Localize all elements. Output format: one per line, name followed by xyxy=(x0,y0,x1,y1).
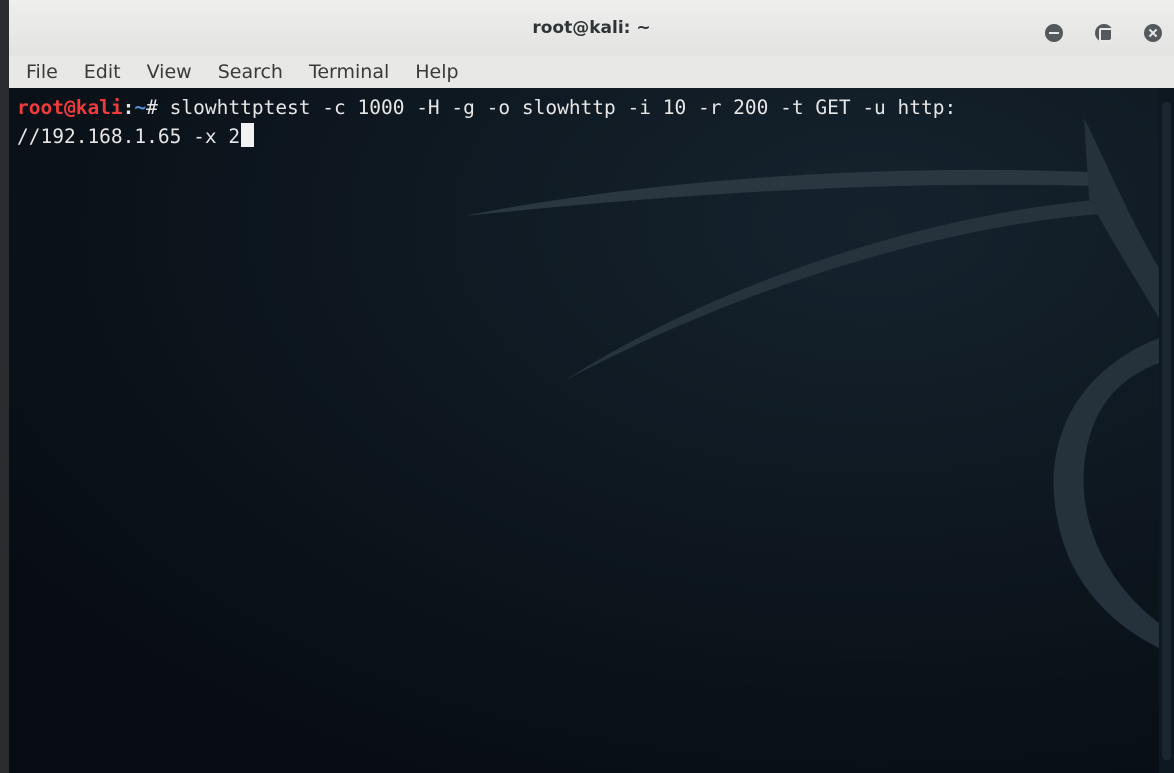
command-text-line1: slowhttptest -c 1000 -H -g -o slowhttp -… xyxy=(169,96,957,119)
menu-help[interactable]: Help xyxy=(415,61,458,83)
prompt-directory: ~ xyxy=(134,96,147,119)
title-bar[interactable]: root@kali: ~ xyxy=(9,0,1174,56)
terminal-area[interactable]: root@kali:~# slowhttptest -c 1000 -H -g … xyxy=(9,88,1159,773)
maximize-icon[interactable] xyxy=(1095,24,1113,42)
menu-search[interactable]: Search xyxy=(218,61,283,83)
close-icon[interactable] xyxy=(1144,24,1162,42)
prompt-user: root@kali xyxy=(17,96,123,119)
kali-dragon-wallpaper xyxy=(9,88,1159,773)
minimize-icon[interactable] xyxy=(1045,24,1063,42)
prompt-separator: : xyxy=(122,96,135,119)
menu-bar: File Edit View Search Terminal Help xyxy=(9,56,1174,88)
menu-file[interactable]: File xyxy=(26,61,58,83)
command-text-line2: //192.168.1.65 -x 2 xyxy=(17,125,241,148)
terminal-window: root@kali: ~ File Edit View Search Termi… xyxy=(0,0,1174,773)
terminal-scrollbar[interactable] xyxy=(1159,88,1174,773)
menu-view[interactable]: View xyxy=(147,61,192,83)
window-title: root@kali: ~ xyxy=(532,18,651,38)
desktop-edge xyxy=(0,0,9,773)
menu-terminal[interactable]: Terminal xyxy=(309,61,389,83)
text-cursor xyxy=(241,123,255,147)
scrollbar-thumb[interactable] xyxy=(1162,102,1171,760)
menu-edit[interactable]: Edit xyxy=(84,61,121,83)
terminal-output: root@kali:~# slowhttptest -c 1000 -H -g … xyxy=(17,93,1159,151)
prompt-symbol: # xyxy=(146,96,170,119)
